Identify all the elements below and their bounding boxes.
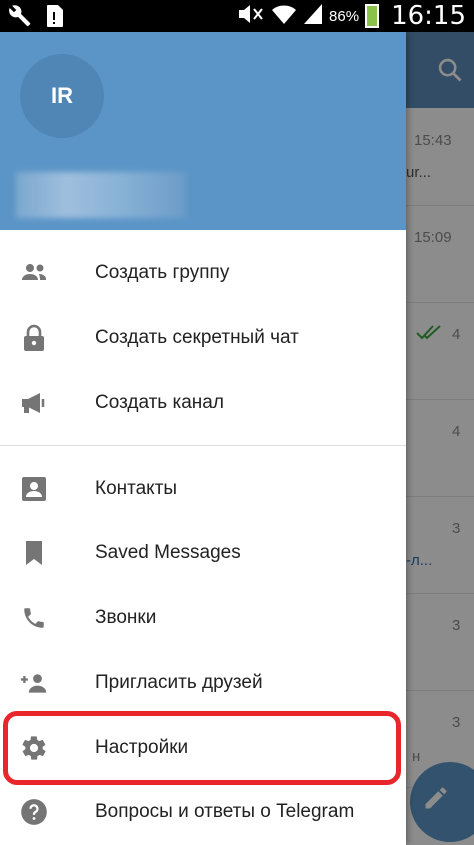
avatar[interactable]: IR <box>20 54 104 138</box>
menu-item-label: Создать группу <box>95 262 230 283</box>
divider <box>0 445 406 446</box>
lock-icon <box>20 324 48 352</box>
bookmark-icon <box>20 539 48 567</box>
drawer-scrim[interactable] <box>406 32 474 845</box>
navigation-drawer: IR Создать группу Создать секретный чат … <box>0 32 406 845</box>
menu-item-label: Вопросы и ответы о Telegram <box>95 801 355 822</box>
mute-icon <box>237 3 265 29</box>
help-icon <box>20 798 48 826</box>
menu-item-secret-chat[interactable]: Создать секретный чат <box>0 306 406 370</box>
sd-card-icon <box>44 4 64 33</box>
battery-icon <box>365 4 380 28</box>
clock: 16:15 <box>391 1 466 31</box>
add-person-icon <box>20 669 48 697</box>
wifi-icon <box>271 3 297 29</box>
group-icon <box>20 259 48 287</box>
blurred-user-name <box>16 172 186 218</box>
wrench-icon <box>8 4 32 33</box>
menu-item-new-channel[interactable]: Создать канал <box>0 371 406 435</box>
contacts-icon <box>20 475 48 503</box>
menu-item-label: Saved Messages <box>95 542 241 563</box>
phone-icon <box>20 604 48 632</box>
highlight-annotation <box>3 711 401 785</box>
battery-percent: 86% <box>329 7 360 25</box>
menu-item-label: Звонки <box>95 607 157 628</box>
menu-item-label: Создать секретный чат <box>95 327 299 348</box>
menu-item-label: Контакты <box>95 478 178 499</box>
menu-item-invite-friends[interactable]: Пригласить друзей <box>0 651 406 715</box>
status-bar: 86% 16:15 <box>0 0 474 32</box>
menu-item-saved-messages[interactable]: Saved Messages <box>0 521 406 585</box>
avatar-initials: IR <box>51 83 73 108</box>
menu-item-calls[interactable]: Звонки <box>0 586 406 650</box>
menu-item-label: Создать канал <box>95 392 224 413</box>
menu-item-new-group[interactable]: Создать группу <box>0 241 406 305</box>
drawer-header: IR <box>0 32 406 230</box>
signal-icon <box>303 3 323 29</box>
menu-item-contacts[interactable]: Контакты <box>0 457 406 521</box>
menu-item-label: Пригласить друзей <box>95 672 263 693</box>
megaphone-icon <box>20 389 48 417</box>
chat-list-background: 15:43 ur... 15:09 4 4 3 -л... 3 3 н <box>406 32 474 845</box>
menu-item-telegram-faq[interactable]: Вопросы и ответы о Telegram <box>0 780 406 844</box>
